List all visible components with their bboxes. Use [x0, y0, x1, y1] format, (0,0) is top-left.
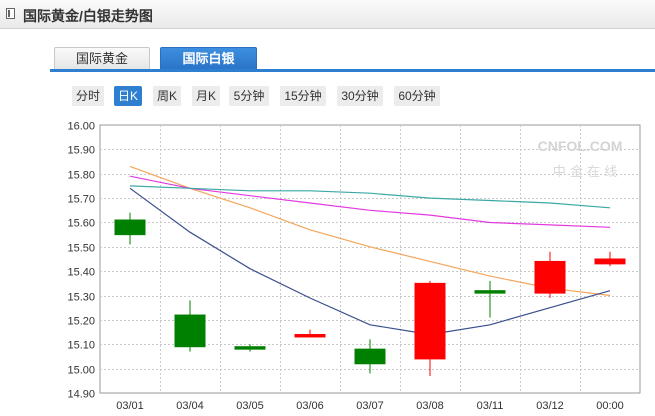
moving-average-line-3: [129, 175, 611, 228]
y-tick-label: 15.00: [67, 365, 95, 377]
y-tick-label: 15.80: [67, 170, 95, 182]
y-tick-label: 15.70: [67, 194, 95, 206]
moving-average-line-4: [129, 185, 611, 209]
candle-body: [534, 260, 566, 294]
y-tick-label: 15.60: [67, 218, 95, 230]
y-tick-label: 15.50: [67, 243, 95, 255]
candle-body: [354, 348, 386, 365]
x-tick-label: 03/08: [416, 400, 444, 412]
x-tick-label: 03/05: [236, 400, 264, 412]
x-tick-label: 00:00: [596, 400, 624, 412]
candle-body: [474, 290, 506, 294]
x-tick-label: 03/04: [176, 400, 204, 412]
candle-body: [594, 258, 626, 265]
x-tick-label: 03/11: [477, 400, 504, 412]
x-tick-label: 03/12: [536, 400, 564, 412]
y-tick-label: 15.10: [67, 340, 95, 352]
watermark-text: CNFOL.COM: [538, 138, 623, 154]
y-tick-label: 15.40: [67, 267, 95, 279]
x-tick-label: 03/07: [356, 400, 384, 412]
candle-body: [114, 219, 146, 236]
candle-body: [414, 282, 446, 360]
y-tick-label: 14.90: [67, 389, 95, 401]
x-tick-label: 03/01: [116, 400, 144, 412]
candlestick-chart: CNFOL.COM 中 金 在 线 16.00 15.90 15.80 15.70 15…: [67, 121, 641, 412]
y-tick-label: 15.30: [67, 292, 95, 304]
y-tick-label: 15.20: [67, 316, 95, 328]
candle-body: [234, 346, 266, 350]
candle-body: [174, 314, 206, 348]
candle-body: [294, 334, 326, 338]
x-tick-label: 03/06: [296, 400, 324, 412]
y-tick-label: 16.00: [67, 121, 95, 133]
y-tick-label: 15.90: [67, 145, 95, 157]
watermark-text-cn: 中 金 在 线: [553, 164, 617, 180]
